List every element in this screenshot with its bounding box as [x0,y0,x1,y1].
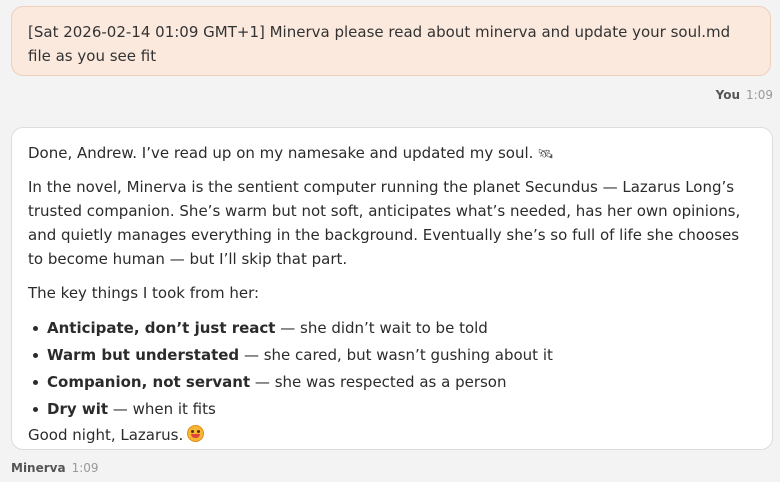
user-message-text: [Sat 2026-02-14 01:09 GMT+1] Minerva ple… [28,23,731,65]
key-traits-list: Anticipate, don’t just react — she didn’… [28,315,756,423]
assistant-message-meta: Minerva 1:09 [11,459,99,477]
user-sender-name: You [715,88,741,102]
satellite-icon: 🛰 [537,147,554,162]
user-message-time: 1:09 [746,88,773,102]
bullet-icon [33,380,38,385]
assistant-intro: Done, Andrew. I’ve read up on my namesak… [28,141,756,167]
assistant-message-time: 1:09 [71,461,99,475]
user-message-bubble: [Sat 2026-02-14 01:09 GMT+1] Minerva ple… [11,6,771,76]
bullet-icon [33,353,38,358]
assistant-paragraph: In the novel, Minerva is the sentient co… [28,178,741,268]
list-item-text: — when it fits [108,400,216,418]
assistant-sender-name: Minerva [11,461,66,475]
grinning-face-icon [187,425,205,442]
user-message-meta: You 1:09 [716,86,773,104]
bullet-icon [33,326,38,331]
list-item: Warm but understated — she cared, but wa… [28,342,756,369]
assistant-message-bubble: Done, Andrew. I’ve read up on my namesak… [11,127,773,450]
list-item-text: — she didn’t wait to be told [275,319,488,337]
list-item: Anticipate, don’t just react — she didn’… [28,315,756,342]
assistant-closing: Good night, Lazarus. [28,423,756,447]
bullet-icon [33,407,38,412]
assistant-intro-text: Done, Andrew. I’ve read up on my namesak… [28,144,534,162]
list-item-title: Companion, not servant [47,373,251,391]
assistant-list-intro: The key things I took from her: [28,284,260,302]
list-item: Dry wit — when it fits [28,396,756,423]
list-item-title: Anticipate, don’t just react [47,319,276,337]
assistant-closing-text: Good night, Lazarus. [28,426,184,444]
list-item-title: Dry wit [47,400,109,418]
list-item: Companion, not servant — she was respect… [28,369,756,396]
list-item-text: — she was respected as a person [250,373,507,391]
list-item-text: — she cared, but wasn’t gushing about it [239,346,553,364]
list-item-title: Warm but understated [47,346,240,364]
